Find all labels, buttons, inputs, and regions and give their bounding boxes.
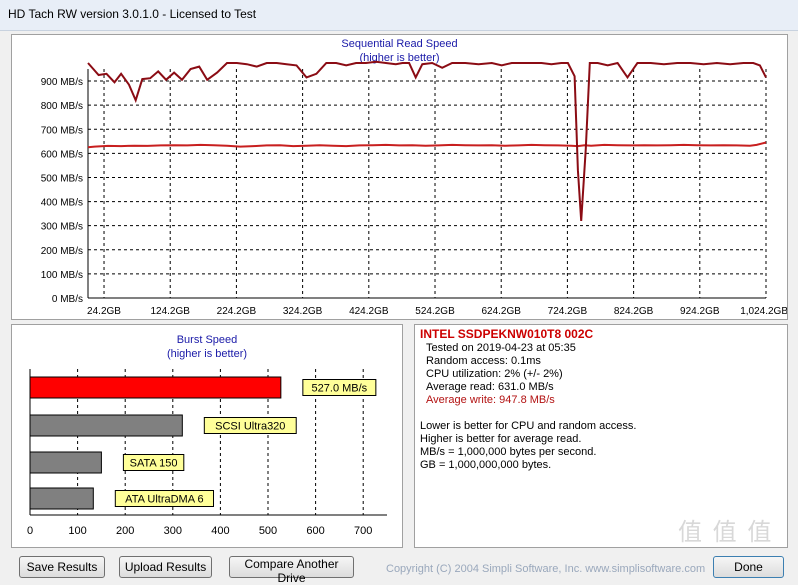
x-tick-label: 500 [259, 525, 277, 537]
y-tick-label: 0 MB/s [52, 294, 83, 305]
x-tick-label: 424.2GB [349, 306, 389, 317]
write-speed-line [87, 60, 767, 221]
x-tick-label: 200 [116, 525, 134, 537]
note-cpu: Lower is better for CPU and random acces… [420, 420, 637, 432]
bar-label: SATA 150 [130, 458, 178, 470]
x-tick-label: 600 [306, 525, 324, 537]
x-tick-label: 224.2GB [217, 306, 257, 317]
x-tick-label: 0 [27, 525, 33, 537]
burst-speed-chart: 0 100 200 300 400 500 600 700 527.0 MB/s SCSI Ult… [27, 369, 387, 537]
drive-name: INTEL SSDPEKNW010T8 002C [420, 327, 594, 341]
reference-bar [29, 414, 183, 437]
reference-bar [29, 487, 94, 510]
x-tick-label: 300 [164, 525, 182, 537]
x-tick-label: 624.2GB [481, 306, 521, 317]
title-bar: HD Tach RW version 3.0.1.0 - Licensed to… [0, 0, 798, 31]
cpu-utilization: CPU utilization: 2% (+/- 2%) [426, 368, 563, 380]
y-tick-label: 300 MB/s [41, 222, 83, 233]
reference-bar [29, 451, 102, 474]
burst-chart-panel: Burst Speed (higher is better) 0 100 200 30… [11, 324, 403, 548]
y-tick-label: 900 MB/s [41, 77, 83, 88]
note-average-read: Higher is better for average read. [420, 433, 582, 445]
x-tick-label: 924.2GB [680, 306, 720, 317]
note-gb: GB = 1,000,000,000 bytes. [420, 459, 552, 471]
save-results-button[interactable]: Save Results [19, 556, 105, 578]
x-tick-label: 324.2GB [283, 306, 323, 317]
x-tick-label: 400 [211, 525, 229, 537]
average-read: Average read: 631.0 MB/s [426, 381, 554, 393]
note-mbs: MB/s = 1,000,000 bytes per second. [420, 446, 597, 458]
done-button[interactable]: Done [713, 556, 784, 578]
y-tick-label: 500 MB/s [41, 173, 83, 184]
y-tick-label: 100 MB/s [41, 270, 83, 281]
y-tick-label: 800 MB/s [41, 101, 83, 112]
sequential-read-chart: 0 MB/s 100 MB/s 200 MB/s 300 MB/s 400 MB/s 50… [41, 60, 787, 317]
y-tick-label: 400 MB/s [41, 198, 83, 209]
y-tick-label: 700 MB/s [41, 125, 83, 136]
x-tick-label: 524.2GB [415, 306, 455, 317]
x-tick-label: 724.2GB [548, 306, 588, 317]
window-title: HD Tach RW version 3.0.1.0 - Licensed to… [8, 7, 257, 21]
random-access: Random access: 0.1ms [426, 355, 541, 367]
watermark-logo: 值 值 值 [678, 519, 774, 546]
drive-burst-bar [29, 376, 282, 399]
y-tick-label: 200 MB/s [41, 246, 83, 257]
tested-on: Tested on 2019-04-23 at 05:35 [426, 342, 576, 354]
average-write: Average write: 947.8 MB/s [426, 394, 555, 406]
y-tick-label: 600 MB/s [41, 149, 83, 160]
compare-drive-button[interactable]: Compare Another Drive [229, 556, 354, 585]
copyright-text: Copyright (C) 2004 Simpli Software, Inc.… [386, 563, 706, 575]
x-tick-label: 124.2GB [150, 306, 190, 317]
bar-label: SCSI Ultra320 [215, 421, 285, 433]
x-tick-label: 100 [68, 525, 86, 537]
bar-label: ATA UltraDMA 6 [125, 494, 203, 506]
x-tick-label: 1,024.2GB [740, 306, 787, 317]
read-speed-line [87, 141, 767, 149]
sequential-chart-panel: Sequential Read Speed (higher is better)… [11, 34, 788, 320]
upload-results-button[interactable]: Upload Results [119, 556, 212, 578]
x-tick-label: 24.2GB [87, 306, 121, 317]
bar-label: 527.0 MB/s [312, 383, 368, 395]
x-tick-label: 824.2GB [614, 306, 654, 317]
x-tick-label: 700 [354, 525, 372, 537]
